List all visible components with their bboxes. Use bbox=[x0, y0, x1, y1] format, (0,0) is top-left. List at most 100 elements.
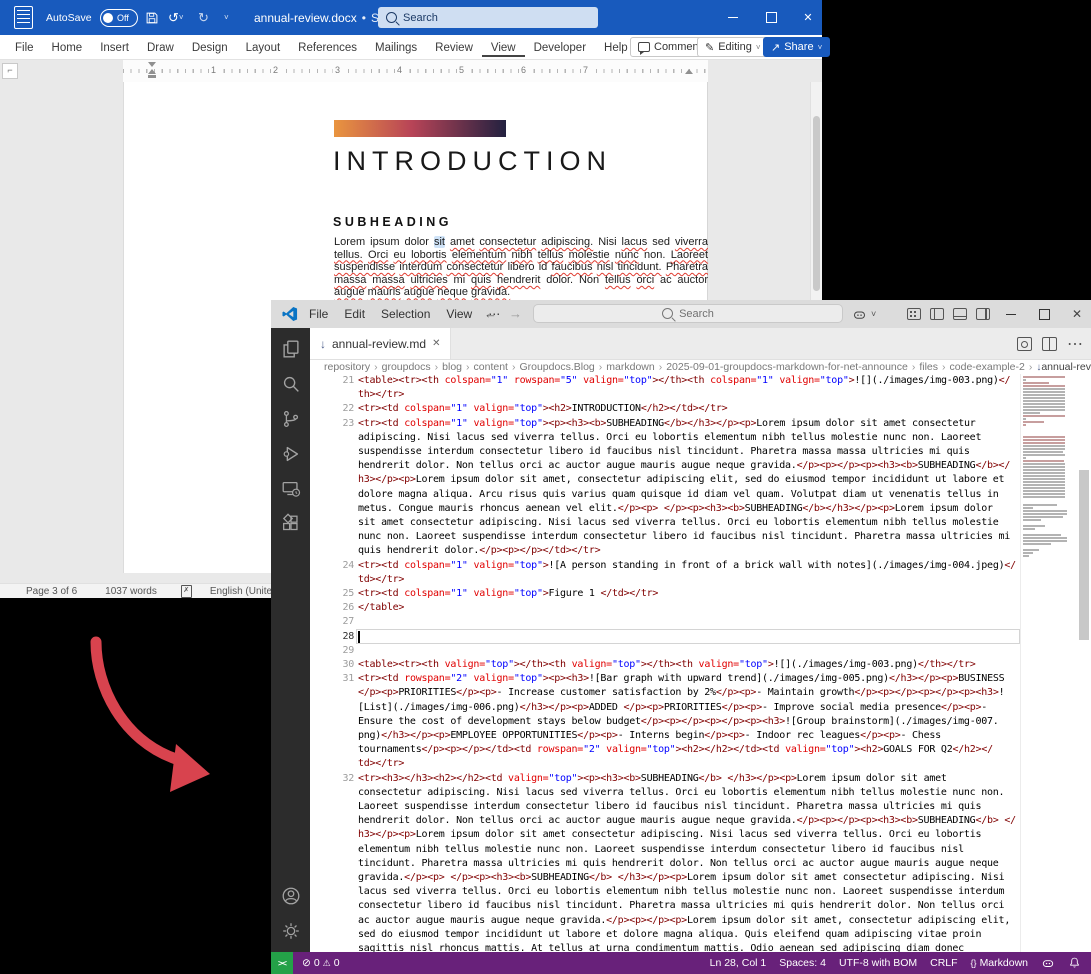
code-row[interactable]: suspendisse interdum consectetur libero … bbox=[358, 445, 970, 459]
source-control-icon[interactable] bbox=[280, 408, 302, 430]
maximize-button[interactable] bbox=[1029, 300, 1059, 328]
ribbon-tab-file[interactable]: File bbox=[6, 38, 43, 57]
code-row[interactable]: th></tr> bbox=[358, 388, 404, 402]
proofing-icon[interactable]: ✗ bbox=[181, 585, 192, 598]
explorer-icon[interactable] bbox=[280, 338, 302, 360]
menu-selection[interactable]: Selection bbox=[373, 300, 438, 328]
language-mode[interactable]: {} Markdown bbox=[971, 957, 1028, 969]
search-icon[interactable] bbox=[280, 373, 302, 395]
code-row[interactable]: tournaments</p><p></p></td><td rowspan="… bbox=[358, 743, 993, 757]
code-row[interactable]: quis hendrerit dolor.</p><p></p></td></t… bbox=[358, 544, 600, 558]
code-row[interactable]: <tr><td colspan="1" valign="top">Figure … bbox=[358, 587, 658, 601]
ribbon-tab-review[interactable]: Review bbox=[426, 38, 482, 57]
code-row[interactable]: Laoreet suspendisse interdum consectetur… bbox=[358, 800, 981, 814]
code-row[interactable]: hendrerit dolor. Non tellus orci ac auct… bbox=[358, 459, 1010, 473]
code-row[interactable]: consectetur adipiscing. Nisi lacus sed v… bbox=[358, 786, 1004, 800]
code-row[interactable]: </p><p>PRIORITIES</p><p>- Increase custo… bbox=[358, 686, 1004, 700]
share-button[interactable]: ↗ Share ˅ bbox=[763, 37, 830, 57]
menu-view[interactable]: View bbox=[438, 300, 480, 328]
save-icon[interactable] bbox=[145, 11, 159, 25]
nav-forward-icon[interactable]: → bbox=[509, 300, 522, 328]
code-row[interactable]: <table><tr><th colspan="1" rowspan="5" v… bbox=[358, 374, 1010, 388]
code-row[interactable]: td></tr> bbox=[358, 757, 404, 771]
code-row[interactable]: adipiscing. Nisi lacus sed viverra tellu… bbox=[358, 431, 981, 445]
code-row[interactable]: <tr><td colspan="1" valign="top"><h2>INT… bbox=[358, 402, 727, 416]
code-row[interactable]: lacus sed viverra tellus. Orci eu lobort… bbox=[358, 885, 1004, 899]
code-row[interactable]: <tr><h3></h3><h2></h2><td valign="top"><… bbox=[358, 772, 947, 786]
problems-indicator[interactable]: ⊘ 0 ⚠ 0 bbox=[302, 957, 340, 969]
undo-caret-icon[interactable]: ˅ bbox=[179, 13, 184, 22]
ribbon-tab-draw[interactable]: Draw bbox=[138, 38, 183, 57]
breadcrumb-item[interactable]: content bbox=[474, 361, 508, 373]
menu-edit[interactable]: Edit bbox=[336, 300, 373, 328]
cursor-position[interactable]: Ln 28, Col 1 bbox=[710, 957, 767, 969]
code-row[interactable]: td></tr> bbox=[358, 573, 404, 587]
ribbon-tab-home[interactable]: Home bbox=[43, 38, 92, 57]
tab-close-icon[interactable]: ✕ bbox=[432, 338, 440, 349]
page-indicator[interactable]: Page 3 of 6 bbox=[26, 586, 77, 597]
undo-icon[interactable]: ↺ bbox=[168, 11, 179, 24]
run-debug-icon[interactable] bbox=[280, 443, 302, 465]
breadcrumb-item[interactable]: code-example-2 bbox=[950, 361, 1025, 373]
code-row[interactable]: gravida.</p><p> </p><p><h3><b>SUBHEADING… bbox=[358, 871, 1004, 885]
minimap[interactable] bbox=[1020, 374, 1066, 952]
copilot-status-icon[interactable] bbox=[1041, 956, 1055, 970]
copilot-caret-icon[interactable]: ˅ bbox=[871, 300, 876, 328]
ribbon-tab-developer[interactable]: Developer bbox=[525, 38, 595, 57]
code-row[interactable]: consectetur libero id faucibus nisl tinc… bbox=[358, 899, 1004, 913]
ribbon-tab-references[interactable]: References bbox=[289, 38, 366, 57]
word-search-box[interactable]: Search bbox=[378, 7, 598, 28]
doc-paragraph[interactable]: Lorem ipsum dolor sit amet consectetur a… bbox=[334, 236, 708, 299]
editor-scrollbar[interactable] bbox=[1077, 374, 1091, 952]
notifications-bell-icon[interactable] bbox=[1068, 956, 1081, 970]
breadcrumb-item[interactable]: repository bbox=[324, 361, 370, 373]
tab-annual-review[interactable]: ↓ annual-review.md ✕ bbox=[310, 328, 451, 359]
remote-indicator[interactable]: >< bbox=[271, 952, 293, 974]
menu-file[interactable]: File bbox=[301, 300, 336, 328]
ribbon-tab-view[interactable]: View bbox=[482, 38, 525, 57]
copilot-icon[interactable] bbox=[849, 300, 869, 328]
code-row[interactable]: <tr><td rowspan="2" valign="top"><p><h3>… bbox=[358, 672, 1004, 686]
breadcrumb-item[interactable]: groupdocs bbox=[382, 361, 431, 373]
ribbon-tab-mailings[interactable]: Mailings bbox=[366, 38, 426, 57]
maximize-button[interactable] bbox=[756, 0, 786, 35]
remote-explorer-icon[interactable] bbox=[280, 478, 302, 500]
code-row[interactable]: <tr><td colspan="1" valign="top"><p><h3>… bbox=[358, 417, 976, 431]
hanging-indent-marker[interactable] bbox=[148, 69, 156, 74]
first-line-indent-marker[interactable] bbox=[148, 62, 156, 67]
toggle-secondary-sidebar-icon[interactable] bbox=[974, 300, 992, 328]
close-button[interactable]: ✕ bbox=[1062, 300, 1091, 328]
eol-sequence[interactable]: CRLF bbox=[930, 957, 957, 969]
ribbon-tab-insert[interactable]: Insert bbox=[91, 38, 138, 57]
left-indent-marker[interactable] bbox=[148, 75, 156, 78]
extensions-icon[interactable] bbox=[280, 513, 302, 535]
accounts-icon[interactable] bbox=[280, 885, 302, 907]
close-button[interactable]: ✕ bbox=[793, 0, 823, 35]
code-row[interactable]: dolore magna aliqua. Arcu risus quis var… bbox=[358, 488, 999, 502]
breadcrumb-item[interactable]: annual-review.md bbox=[1041, 361, 1091, 373]
code-row[interactable]: sit amet consectetur adipiscing. Nisi la… bbox=[358, 516, 999, 530]
open-preview-icon[interactable] bbox=[1017, 337, 1032, 351]
ribbon-tab-design[interactable]: Design bbox=[183, 38, 237, 57]
code-row[interactable]: nunc non. Laoreet suspendisse interdum c… bbox=[358, 530, 1010, 544]
settings-gear-icon[interactable] bbox=[280, 920, 302, 942]
code-row[interactable]: ac auctor augue mauris augue neque gravi… bbox=[358, 914, 1010, 928]
customize-layout-icon[interactable] bbox=[905, 300, 923, 328]
ribbon-tab-layout[interactable]: Layout bbox=[237, 38, 290, 57]
nav-back-icon[interactable]: ← bbox=[484, 300, 497, 328]
indentation[interactable]: Spaces: 4 bbox=[779, 957, 826, 969]
code-row[interactable]: h3></p><p>Lorem ipsum dolor sit amet, co… bbox=[358, 473, 1004, 487]
toggle-panel-icon[interactable] bbox=[951, 300, 969, 328]
editing-button[interactable]: ✎ Editing ˅ bbox=[697, 37, 769, 57]
code-row[interactable]: </table> bbox=[358, 601, 404, 615]
breadcrumb-item[interactable]: 2025-09-01-groupdocs-markdown-for-net-an… bbox=[666, 361, 908, 373]
tab-selector-icon[interactable]: ⌐ bbox=[2, 63, 18, 79]
breadcrumb-item[interactable]: Groupdocs.Blog bbox=[519, 361, 594, 373]
breadcrumb-item[interactable]: markdown bbox=[606, 361, 654, 373]
code-row[interactable]: elementum nibh tellus molestie nunc non.… bbox=[358, 843, 964, 857]
word-scrollbar-thumb[interactable] bbox=[813, 116, 820, 291]
more-actions-icon[interactable]: ⋯ bbox=[1067, 334, 1083, 354]
code-row[interactable]: [List](./images/img-006.png)</h3></p><p>… bbox=[358, 701, 987, 715]
code-row[interactable]: sagittis nisl rhoncus mattis. At tellus … bbox=[358, 942, 964, 952]
split-editor-icon[interactable] bbox=[1042, 337, 1057, 351]
